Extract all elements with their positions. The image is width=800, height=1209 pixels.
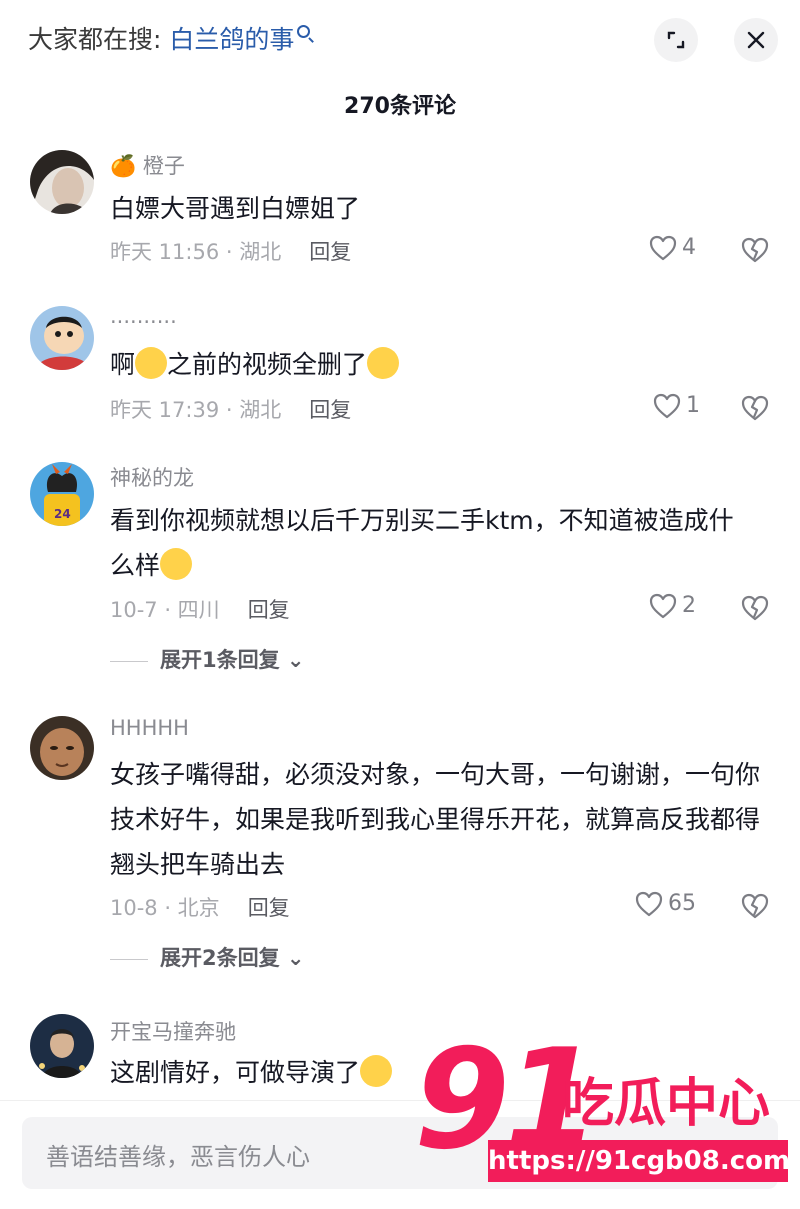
heart-icon — [635, 891, 663, 917]
like-button[interactable]: 65 — [634, 890, 696, 918]
comment-text: 啊 之前的视频全删了 — [110, 342, 780, 387]
clap-emoji-icon — [360, 1055, 393, 1087]
dislike-button[interactable] — [740, 892, 770, 924]
comment-item: 24 神秘的龙 看到你视频就想以后千万别买二手ktm，不知道被造成什 么样 10-… — [0, 462, 800, 682]
svg-text:24: 24 — [54, 507, 71, 521]
like-count: 2 — [682, 593, 696, 618]
comment-text-part: 啊 — [110, 350, 136, 379]
expand-replies-label: 展开1条回复 ⌄ — [160, 648, 305, 672]
expand-replies-button[interactable]: 展开2条回复 ⌄ — [110, 942, 305, 972]
comment-time-location: 10-7 · 四川 — [110, 598, 220, 622]
watermark-logo: 91 吃瓜中心 https://91cgb08.com — [410, 1030, 800, 1209]
comment-username[interactable]: 神秘的龙 — [110, 462, 194, 492]
comment-meta: 昨天 17:39 · 湖北 回复 — [110, 394, 351, 424]
comment-input-placeholder: 善语结善缘，恶言伤人心 — [46, 1143, 310, 1171]
close-icon — [747, 31, 765, 49]
top-bar: 大家都在搜: 白兰鸽的事 — [0, 0, 800, 80]
trending-search-prefix: 大家都在搜: — [28, 25, 170, 54]
avatar[interactable] — [30, 150, 94, 214]
heart-icon — [649, 593, 677, 619]
like-count: 65 — [668, 891, 696, 916]
comment-item: 🍊 橙子 白嫖大哥遇到白嫖姐了 昨天 11:56 · 湖北 回复 4 — [0, 148, 800, 288]
avatar[interactable] — [30, 1014, 94, 1078]
comment-username[interactable]: 🍊 橙子 — [110, 150, 185, 180]
reply-button[interactable]: 回复 — [248, 598, 290, 622]
heart-icon — [649, 235, 677, 261]
comment-username[interactable]: 开宝马撞奔驰 — [110, 1016, 236, 1046]
expand-replies-label: 展开2条回复 ⌄ — [160, 946, 305, 970]
comment-item: ·········· 啊 之前的视频全删了 昨天 17:39 · 湖北 回复 1 — [0, 306, 800, 446]
heart-icon — [653, 393, 681, 419]
expand-icon — [667, 31, 685, 49]
comment-username[interactable]: HHHHH — [110, 716, 189, 740]
like-button[interactable]: 1 — [652, 392, 700, 420]
avatar[interactable] — [30, 306, 94, 370]
comment-text-part: 之前的视频全删了 — [167, 350, 368, 379]
comment-meta: 10-7 · 四川 回复 — [110, 594, 290, 624]
shocked-emoji-icon — [135, 347, 168, 379]
reply-button[interactable]: 回复 — [248, 896, 290, 920]
comment-text-part: 看到你视频就想以后千万别买二手ktm，不知道被造成什 — [110, 506, 734, 535]
reply-button[interactable]: 回复 — [309, 240, 351, 264]
comment-meta: 昨天 11:56 · 湖北 回复 — [110, 236, 351, 266]
avatar[interactable]: 24 — [30, 462, 94, 526]
like-count: 4 — [682, 235, 696, 260]
expand-replies-button[interactable]: 展开1条回复 ⌄ — [110, 644, 305, 674]
comment-username[interactable]: ·········· — [110, 310, 177, 334]
comment-text: 看到你视频就想以后千万别买二手ktm，不知道被造成什 么样 — [110, 498, 780, 588]
broken-heart-icon — [741, 237, 769, 263]
broken-heart-icon — [741, 395, 769, 421]
close-button[interactable] — [734, 18, 778, 62]
comment-text: 女孩子嘴得甜，必须没对象，一句大哥，一句谢谢，一句你技术好牛，如果是我听到我心里… — [110, 760, 761, 879]
comment-count-title: 270条评论 — [344, 94, 456, 119]
trending-search-keyword[interactable]: 白兰鸽的事 — [169, 25, 294, 54]
shocked-emoji-icon — [367, 347, 400, 379]
fullscreen-button[interactable] — [654, 18, 698, 62]
watermark-brand: 吃瓜中心 — [562, 1074, 771, 1134]
like-count: 1 — [686, 393, 700, 418]
watermark-url: https://91cgb08.com — [488, 1140, 790, 1182]
dislike-button[interactable] — [740, 236, 770, 268]
like-button[interactable]: 4 — [648, 234, 696, 262]
annoyed-emoji-icon — [160, 548, 193, 580]
dislike-button[interactable] — [740, 594, 770, 626]
comment-meta: 10-8 · 北京 回复 — [110, 892, 290, 922]
comment-text-part: 么样 — [110, 551, 161, 580]
like-button[interactable]: 2 — [648, 592, 696, 620]
broken-heart-icon — [741, 595, 769, 621]
trending-search[interactable]: 大家都在搜: 白兰鸽的事 — [28, 22, 311, 58]
divider — [110, 660, 148, 662]
comment-text-part: 这剧情好，可做导演了 — [110, 1058, 361, 1087]
broken-heart-icon — [741, 893, 769, 919]
comment-time-location: 10-8 · 北京 — [110, 896, 220, 920]
comment-text: 白嫖大哥遇到白嫖姐了 — [110, 194, 361, 223]
divider — [110, 958, 148, 960]
comment-time-location: 昨天 11:56 · 湖北 — [110, 240, 282, 264]
dislike-button[interactable] — [740, 394, 770, 426]
comment-time-location: 昨天 17:39 · 湖北 — [110, 398, 282, 422]
reply-button[interactable]: 回复 — [309, 398, 351, 422]
comment-item: HHHHH 女孩子嘴得甜，必须没对象，一句大哥，一句谢谢，一句你技术好牛，如果是… — [0, 716, 800, 976]
search-icon — [297, 25, 311, 38]
avatar[interactable] — [30, 716, 94, 780]
